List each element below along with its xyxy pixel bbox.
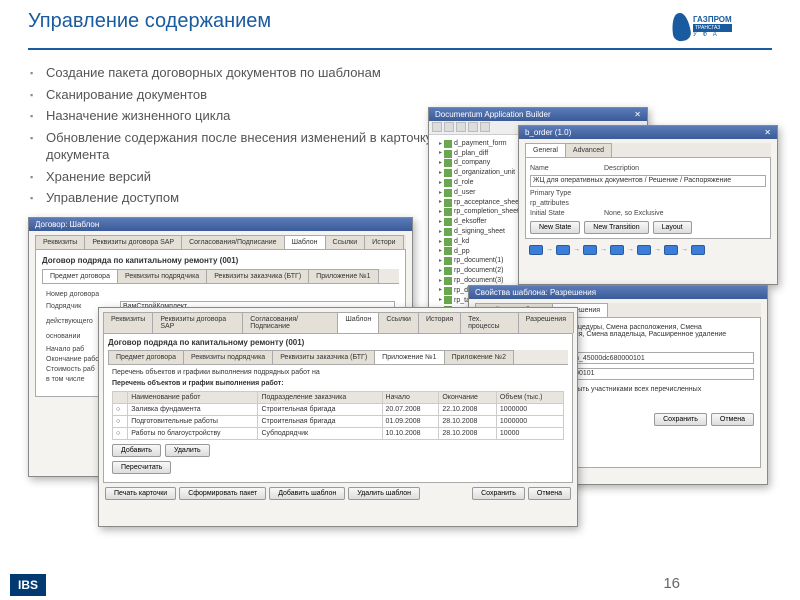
window-worklist[interactable]: Реквизиты Реквизиты договора SAP Согласо… bbox=[98, 307, 578, 527]
add-button[interactable]: Добавить bbox=[112, 444, 161, 457]
cancel-button[interactable]: Отмена bbox=[528, 487, 571, 500]
tab[interactable]: Согласования/Подписание bbox=[181, 235, 284, 249]
tab[interactable]: Шаблон bbox=[337, 312, 379, 333]
label-desc: Description bbox=[604, 165, 674, 172]
tab-advanced[interactable]: Advanced bbox=[565, 143, 612, 157]
form-pkg-button[interactable]: Сформировать пакет bbox=[179, 487, 266, 500]
close-icon[interactable]: ✕ bbox=[634, 110, 641, 119]
radio[interactable]: ○ bbox=[113, 415, 128, 427]
cancel-button[interactable]: Отмена bbox=[711, 413, 754, 426]
print-button[interactable]: Печать карточки bbox=[105, 487, 176, 500]
radio[interactable]: ○ bbox=[113, 427, 128, 439]
label-num: Номер договора bbox=[46, 291, 116, 298]
page-title: Управление содержанием bbox=[28, 10, 271, 33]
logo-city: У Ф А bbox=[693, 32, 732, 38]
recalc-button[interactable]: Пересчитать bbox=[112, 461, 171, 474]
gazprom-logo: ГАЗПРОМ ТРАНСГАЗ У Ф А bbox=[672, 10, 772, 44]
label-state: Initial State bbox=[530, 210, 600, 217]
tab[interactable]: Шаблон bbox=[284, 235, 326, 249]
tab[interactable]: Ссылки bbox=[378, 312, 419, 333]
list-item: Обновление содержания после внесения изм… bbox=[28, 129, 448, 164]
list-item: Управление доступом bbox=[28, 189, 448, 207]
table-row[interactable]: ○Заливка фундаментаСтроительная бригада2… bbox=[113, 403, 564, 415]
subtab[interactable]: Приложение №1 bbox=[308, 269, 378, 283]
lbl2: Перечень объектов и график выполнения ра… bbox=[112, 380, 564, 387]
list-item: Хранение версий bbox=[28, 168, 448, 186]
subtab[interactable]: Приложение №2 bbox=[444, 350, 514, 364]
save-button[interactable]: Сохранить bbox=[654, 413, 707, 426]
new-state-button[interactable]: New State bbox=[530, 221, 580, 234]
workflow-diagram: → → → → → → bbox=[525, 239, 771, 265]
tab-general[interactable]: General bbox=[525, 143, 566, 157]
tab[interactable]: Ссылки bbox=[325, 235, 366, 249]
bullet-list: Создание пакета договорных документов по… bbox=[28, 64, 448, 207]
del-tmpl-button[interactable]: Удалить шаблон bbox=[348, 487, 420, 500]
subtab[interactable]: Реквизиты заказчика (БТГ) bbox=[272, 350, 375, 364]
save-button[interactable]: Сохранить bbox=[472, 487, 525, 500]
tab[interactable]: Реквизиты bbox=[35, 235, 85, 249]
label-attrib: rp_attributes bbox=[530, 200, 600, 207]
desc-input[interactable]: ЖЦ для оперативных документов / Решение … bbox=[530, 175, 766, 187]
window-title: Договор: Шаблон bbox=[29, 218, 412, 231]
delete-button[interactable]: Удалить bbox=[165, 444, 210, 457]
window-title: Documentum Application Builder✕ bbox=[429, 108, 647, 121]
id-input[interactable]: dm_45000dc680000101 bbox=[566, 352, 754, 364]
list-item: Назначение жизненного цикла bbox=[28, 107, 448, 125]
radio[interactable]: ○ bbox=[113, 403, 128, 415]
subtab[interactable]: Предмет договора bbox=[42, 269, 118, 283]
subtab[interactable]: Предмет договора bbox=[108, 350, 184, 364]
add-tmpl-button[interactable]: Добавить шаблон bbox=[269, 487, 345, 500]
table-row[interactable]: ○Подготовительные работыСтроительная бри… bbox=[113, 415, 564, 427]
title-divider bbox=[28, 48, 772, 50]
window-title: Свойства шаблона: Разрешения bbox=[469, 286, 767, 299]
tab[interactable]: Реквизиты договора SAP bbox=[84, 235, 182, 249]
tab[interactable]: Разрешения bbox=[518, 312, 574, 333]
logo-sub: ТРАНСГАЗ bbox=[693, 24, 732, 32]
label-ptype: Primary Type bbox=[530, 190, 600, 197]
ibs-logo: IBS bbox=[10, 574, 46, 596]
heading: Договор подряда по капитальному ремонту … bbox=[108, 338, 568, 347]
window-lifecycle[interactable]: b_order (1.0)✕ General Advanced Name Desc… bbox=[518, 125, 778, 285]
subtab[interactable]: Реквизиты подрядчика bbox=[183, 350, 273, 364]
tab[interactable]: Согласования/Подписание bbox=[242, 312, 338, 333]
lbl1: Перечень объектов и графики выполнения п… bbox=[112, 369, 564, 376]
tab[interactable]: Реквизиты договора SAP bbox=[152, 312, 243, 333]
works-table: Наименование работ Подразделение заказчи… bbox=[112, 391, 564, 440]
tab[interactable]: Истори bbox=[364, 235, 403, 249]
logo-brand: ГАЗПРОМ bbox=[693, 16, 732, 24]
table-header-row: Наименование работ Подразделение заказчи… bbox=[113, 391, 564, 403]
tab[interactable]: История bbox=[418, 312, 461, 333]
tab[interactable]: Реквизиты bbox=[103, 312, 153, 333]
subtab[interactable]: Реквизиты подрядчика bbox=[117, 269, 207, 283]
heading: Договор подряда по капитальному ремонту … bbox=[42, 256, 399, 265]
subtab[interactable]: Приложение №1 bbox=[374, 350, 444, 364]
flame-icon bbox=[670, 12, 692, 42]
window-title: b_order (1.0)✕ bbox=[519, 126, 777, 139]
table-row[interactable]: ○Работы по благоустройствуСубподрядчик10… bbox=[113, 427, 564, 439]
label-nosec: None, so Exclusive bbox=[604, 210, 674, 217]
layout-button[interactable]: Layout bbox=[653, 221, 692, 234]
close-icon[interactable]: ✕ bbox=[764, 128, 771, 137]
label-name: Name bbox=[530, 165, 600, 172]
list-item: Сканирование документов bbox=[28, 86, 448, 104]
tab[interactable]: Тех. процессы bbox=[460, 312, 519, 333]
subtab[interactable]: Реквизиты заказчика (БТГ) bbox=[206, 269, 309, 283]
new-trans-button[interactable]: New Transition bbox=[584, 221, 648, 234]
list-item: Создание пакета договорных документов по… bbox=[28, 64, 448, 82]
